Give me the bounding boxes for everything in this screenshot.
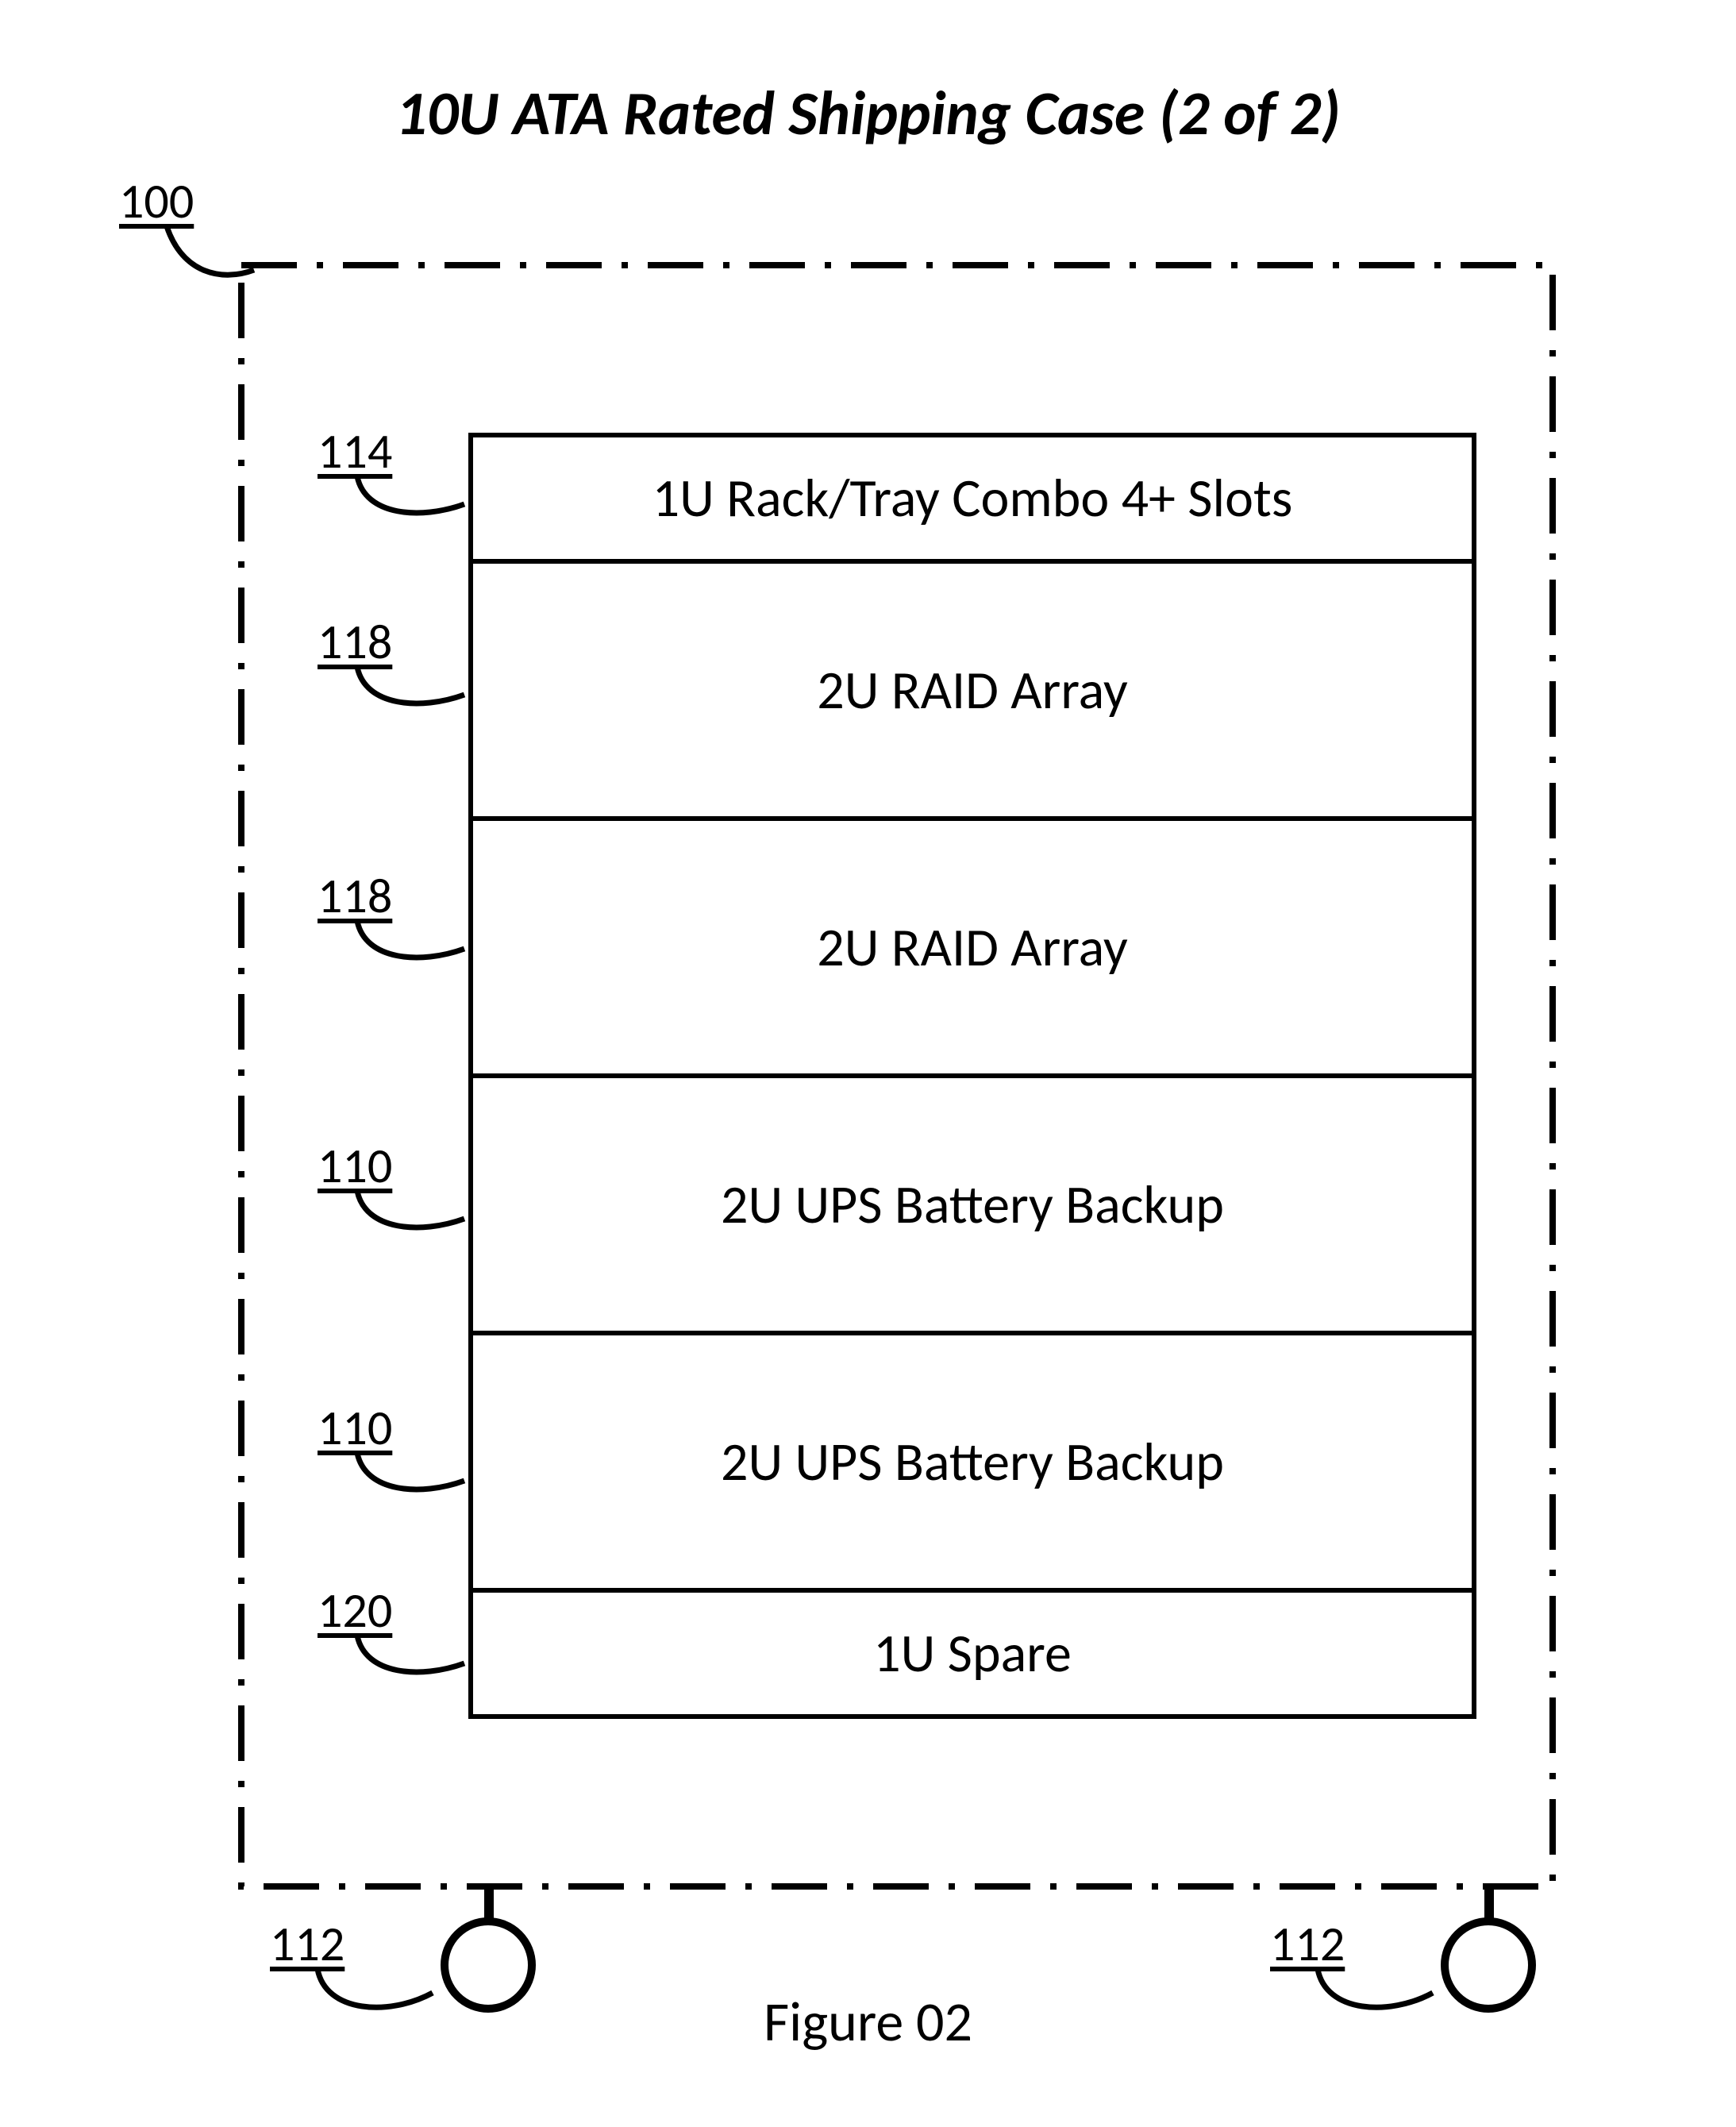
- leader-line: [318, 921, 468, 977]
- leader-line: [318, 1636, 468, 1691]
- rack-slot: 2U RAID Array: [468, 819, 1476, 1076]
- ref-wheel-right: 112: [1270, 1913, 1345, 1974]
- ref-wheel-left: 112: [270, 1913, 345, 1974]
- slot-label: 2U UPS Battery Backup: [721, 1429, 1224, 1495]
- figure-page: 10U ATA Rated Shipping Case (2 of 2) 1U …: [0, 0, 1736, 2127]
- slot-label: 2U UPS Battery Backup: [721, 1172, 1224, 1238]
- leader-line: [318, 1453, 468, 1509]
- ref-slot3: 118: [318, 865, 392, 926]
- ref-slot1: 114: [318, 421, 392, 481]
- figure-caption: Figure 02: [0, 1987, 1736, 2056]
- rack-stack: 1U Rack/Tray Combo 4+ Slots 2U RAID Arra…: [468, 433, 1476, 1719]
- rack-slot: 1U Spare: [468, 1590, 1476, 1719]
- ref-slot5: 110: [318, 1397, 392, 1458]
- ref-slot4: 110: [318, 1135, 392, 1196]
- figure-title: 10U ATA Rated Shipping Case (2 of 2): [0, 75, 1736, 151]
- ref-slot2: 118: [318, 611, 392, 672]
- leader-line: [318, 667, 468, 722]
- rack-slot: 2U RAID Array: [468, 561, 1476, 819]
- slot-label: 2U RAID Array: [817, 915, 1128, 981]
- leader-line: [318, 1191, 468, 1247]
- ref-case: 100: [119, 171, 194, 231]
- slot-label: 1U Rack/Tray Combo 4+ Slots: [652, 465, 1293, 531]
- leader-line: [135, 226, 262, 298]
- rack-slot: 1U Rack/Tray Combo 4+ Slots: [468, 433, 1476, 561]
- leader-line: [318, 476, 468, 532]
- slot-label: 1U Spare: [873, 1620, 1072, 1686]
- ref-slot6: 120: [318, 1580, 392, 1640]
- slot-label: 2U RAID Array: [817, 657, 1128, 723]
- rack-slot: 2U UPS Battery Backup: [468, 1333, 1476, 1590]
- rack-slot: 2U UPS Battery Backup: [468, 1076, 1476, 1333]
